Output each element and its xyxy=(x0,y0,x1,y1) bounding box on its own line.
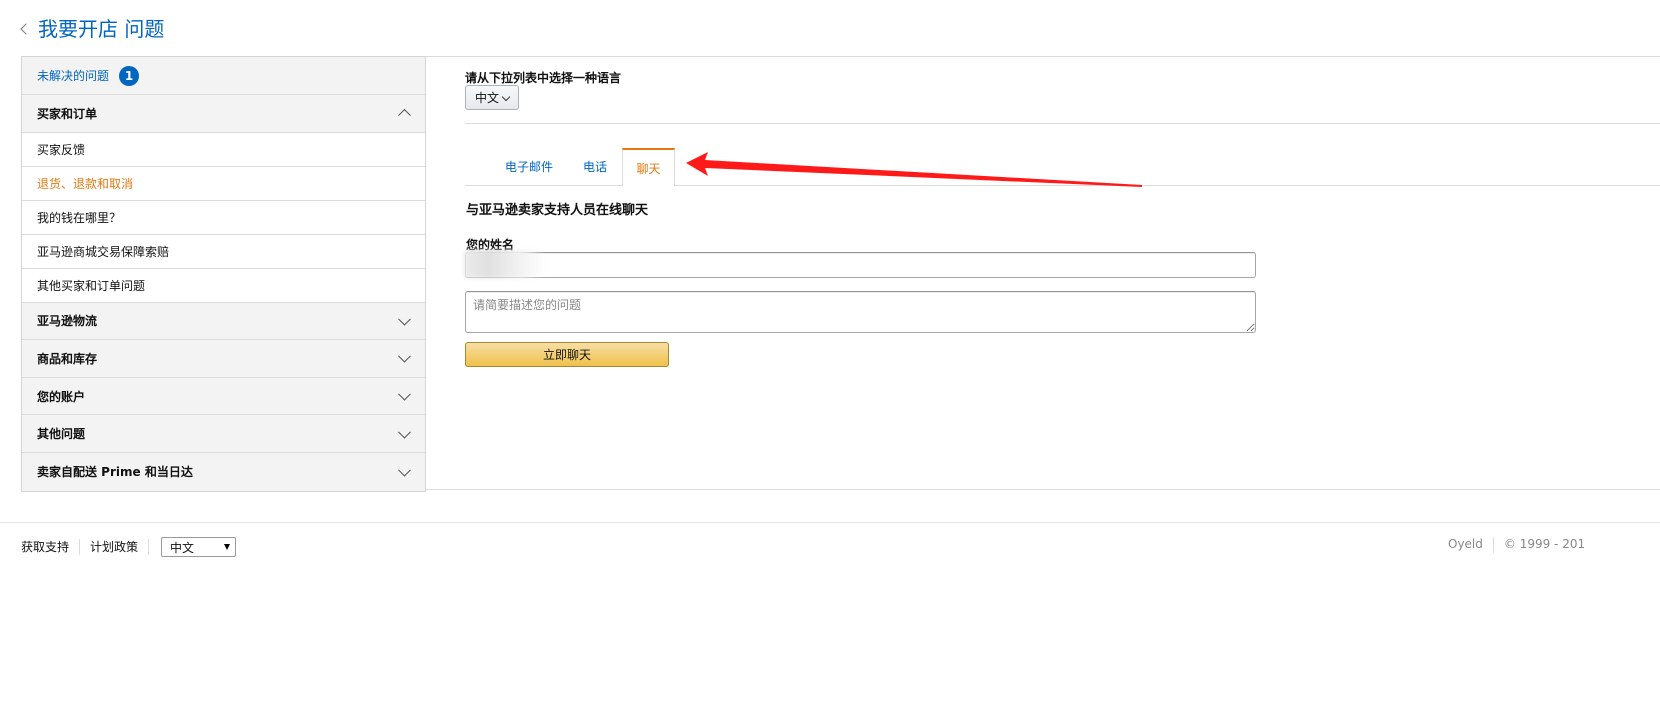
redacted-name-blur xyxy=(464,250,546,278)
language-label: 请从下拉列表中选择一种语言 xyxy=(465,71,622,85)
dropdown-triangle-icon xyxy=(224,544,231,550)
sidebar-item-label: 我的钱在哪里？ xyxy=(37,210,122,225)
footer-link-get-support[interactable]: 获取支持 xyxy=(21,539,81,555)
tab-phone[interactable]: 电话 xyxy=(570,148,620,185)
chat-title: 与亚马逊卖家支持人员在线聊天 xyxy=(466,203,649,218)
sidebar-section-label: 其他问题 xyxy=(37,427,86,442)
sidebar-section-label: 卖家自配送 Prime 和当日达 xyxy=(37,465,193,480)
footer-language-value: 中文 xyxy=(170,540,195,555)
sidebar-item-label: 未解决的问题 xyxy=(37,69,110,83)
annotation-arrow-icon xyxy=(686,152,1142,187)
sidebar-section-fba[interactable]: 亚马逊物流 xyxy=(22,302,425,341)
footer-account-name: Oyeld xyxy=(1448,537,1483,551)
chevron-up-icon xyxy=(398,109,411,122)
language-select[interactable]: 中文 xyxy=(465,85,519,110)
problem-description-input[interactable] xyxy=(465,291,1256,333)
sidebar: 未解决的问题 1 买家和订单 买家反馈 退货、退款和取消 我的钱在哪里？ 亚马逊… xyxy=(21,56,426,492)
sidebar-section-label: 商品和库存 xyxy=(37,351,98,366)
footer-language-select[interactable]: 中文 xyxy=(161,537,237,557)
chevron-down-icon xyxy=(398,312,411,326)
sidebar-section-other[interactable]: 其他问题 xyxy=(22,415,425,453)
sidebar-item-label: 其他买家和订单问题 xyxy=(37,278,146,293)
footer-copyright: © 1999 - 201 xyxy=(1503,537,1586,551)
name-input[interactable] xyxy=(465,252,1256,278)
footer-divider xyxy=(0,522,1660,523)
chevron-down-icon xyxy=(501,92,511,102)
sidebar-item-label: 买家反馈 xyxy=(37,142,86,157)
back-chevron-icon[interactable] xyxy=(20,22,32,35)
sidebar-item-label: 亚马逊商城交易保障索赔 xyxy=(37,244,170,259)
footer-link-program-policies[interactable]: 计划政策 xyxy=(80,539,150,555)
section-divider xyxy=(465,123,1660,124)
sidebar-section-products-inventory[interactable]: 商品和库存 xyxy=(22,340,425,378)
tab-chat[interactable]: 聊天 xyxy=(622,148,675,186)
sidebar-section-label: 您的账户 xyxy=(37,389,86,404)
sidebar-section-seller-fulfilled-prime[interactable]: 卖家自配送 Prime 和当日达 xyxy=(22,452,425,491)
chevron-down-icon xyxy=(398,350,411,364)
language-select-value: 中文 xyxy=(475,91,500,105)
sidebar-item-a-to-z-claims[interactable]: 亚马逊商城交易保障索赔 xyxy=(22,234,425,269)
footer-right: Oyeld © 1999 - 201 xyxy=(1448,537,1585,553)
unresolved-count-badge: 1 xyxy=(119,65,140,86)
page-title[interactable]: 我要开店 问题 xyxy=(38,13,164,42)
sidebar-item-other-buyer-order[interactable]: 其他买家和订单问题 xyxy=(22,268,425,303)
footer: 获取支持 计划政策 中文 xyxy=(21,537,237,557)
sidebar-item-unresolved[interactable]: 未解决的问题 1 xyxy=(22,57,425,95)
sidebar-item-returns-refunds[interactable]: 退货、退款和取消 xyxy=(22,166,425,201)
sidebar-section-label: 买家和订单 xyxy=(37,106,98,121)
chevron-down-icon xyxy=(398,425,411,439)
chevron-down-icon xyxy=(398,387,411,401)
start-chat-button[interactable]: 立即聊天 xyxy=(465,342,669,367)
page-header: 我要开店 问题 xyxy=(20,13,164,42)
footer-separator xyxy=(1492,537,1494,553)
chevron-down-icon xyxy=(398,463,411,477)
sidebar-section-your-account[interactable]: 您的账户 xyxy=(22,377,425,416)
sidebar-item-where-is-my-money[interactable]: 我的钱在哪里？ xyxy=(22,200,425,235)
tab-email[interactable]: 电子邮件 xyxy=(494,148,564,185)
sidebar-section-label: 亚马逊物流 xyxy=(37,314,98,329)
sidebar-item-label: 退货、退款和取消 xyxy=(37,176,134,191)
sidebar-section-buyers-orders[interactable]: 买家和订单 xyxy=(22,95,425,133)
sidebar-item-buyer-feedback[interactable]: 买家反馈 xyxy=(22,132,425,167)
